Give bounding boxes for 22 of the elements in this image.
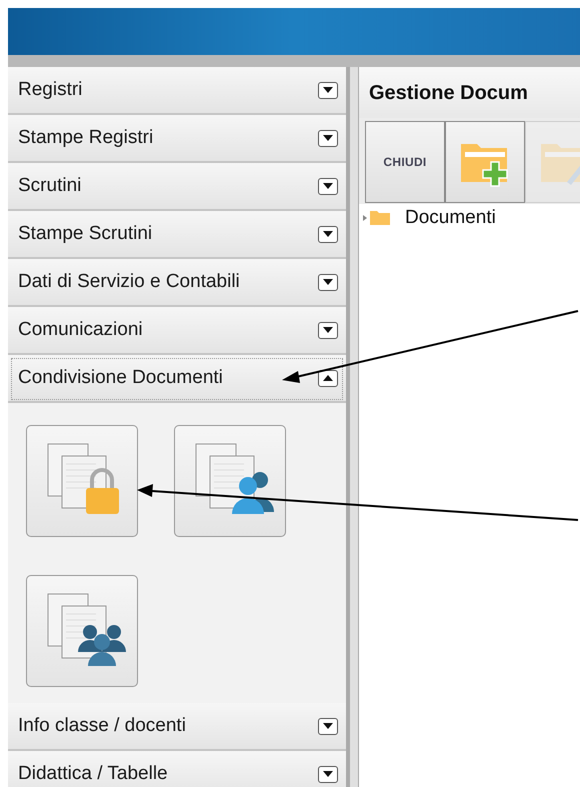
panel-title: Gestione Docum — [369, 80, 528, 106]
close-button[interactable]: CHIUDI — [365, 121, 445, 203]
accordion-header[interactable]: Condivisione Documenti — [8, 355, 346, 403]
accordion-header[interactable]: Didattica / Tabelle — [8, 751, 346, 787]
accordion-header[interactable]: Registri — [8, 67, 346, 115]
section-label: Info classe / docenti — [18, 714, 186, 738]
tree-label: Documenti — [405, 206, 496, 230]
accordion-header[interactable]: Stampe Registri — [8, 115, 346, 163]
section-label: Registri — [18, 78, 82, 102]
accordion-header[interactable]: Scrutini — [8, 163, 346, 211]
section-label: Didattica / Tabelle — [18, 762, 168, 786]
section-label: Scrutini — [18, 174, 82, 198]
accordion-header[interactable]: Info classe / docenti — [8, 703, 346, 751]
section-label: Stampe Scrutini — [18, 222, 152, 246]
tree-node[interactable]: Documenti — [359, 206, 504, 230]
accordion-header[interactable]: Dati di Servizio e Contabili — [8, 259, 346, 307]
section-label: Condivisione Documenti — [18, 366, 223, 390]
section-label: Dati di Servizio e Contabili — [18, 270, 240, 294]
accordion-header[interactable]: Stampe Scrutini — [8, 211, 346, 259]
section-label: Comunicazioni — [18, 318, 143, 342]
accordion-header[interactable]: Comunicazioni — [8, 307, 346, 355]
section-label: Stampe Registri — [18, 126, 154, 150]
